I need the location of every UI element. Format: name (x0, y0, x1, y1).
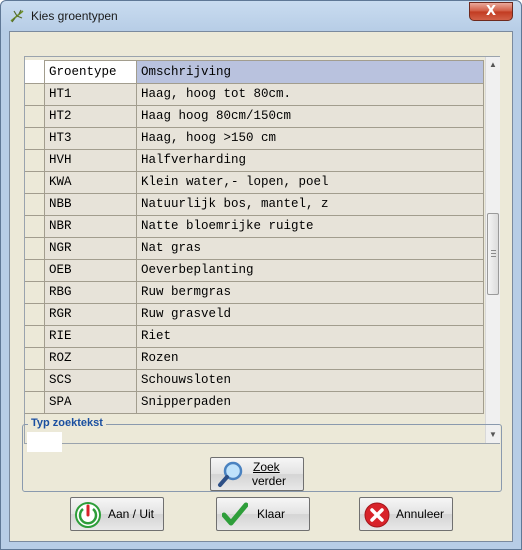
cell-omschrijving[interactable]: Ruw bermgras (137, 282, 484, 304)
app-icon (10, 9, 24, 23)
cell-omschrijving[interactable]: Haag hoog 80cm/150cm (137, 106, 484, 128)
cell-omschrijving[interactable]: Klein water,- lopen, poel (137, 172, 484, 194)
cell-omschrijving[interactable]: Haag, hoog tot 80cm. (137, 84, 484, 106)
close-icon: X (485, 4, 497, 19)
cell-groentype[interactable]: KWA (45, 172, 137, 194)
cell-groentype[interactable]: NBR (45, 216, 137, 238)
window-title: Kies groentypen (31, 9, 118, 23)
table-row[interactable]: NGR Nat gras (25, 238, 484, 260)
cell-groentype[interactable]: HT1 (45, 84, 137, 106)
cell-omschrijving[interactable]: Snipperpaden (137, 392, 484, 414)
row-indicator[interactable] (25, 238, 45, 260)
table-row[interactable]: SPA Snipperpaden (25, 392, 484, 414)
cancel-x-icon (364, 502, 390, 528)
cell-groentype[interactable]: HT2 (45, 106, 137, 128)
cell-omschrijving[interactable]: Rozen (137, 348, 484, 370)
table-row[interactable]: HT3 Haag, hoog >150 cm (25, 128, 484, 150)
close-button[interactable]: X (469, 2, 513, 21)
cell-omschrijving[interactable]: Oeverbeplanting (137, 260, 484, 282)
cell-omschrijving[interactable]: Schouwsloten (137, 370, 484, 392)
zoek-label: Zoek (253, 460, 280, 474)
table-row[interactable]: HVH Halfverharding (25, 150, 484, 172)
verder-label: verder (252, 474, 287, 488)
cell-groentype[interactable]: SPA (45, 392, 137, 414)
vertical-scrollbar[interactable]: ▲ ▼ (485, 57, 500, 443)
checkmark-icon (222, 502, 248, 526)
row-indicator[interactable] (25, 260, 45, 282)
table-row[interactable]: RIE Riet (25, 326, 484, 348)
aan-uit-button[interactable]: Aan / Uit (70, 497, 164, 531)
scrollbar-thumb[interactable] (487, 213, 499, 295)
dialog-window: Kies groentypen X Groentype Omschrijving… (0, 0, 522, 550)
title-bar[interactable]: Kies groentypen X (1, 1, 521, 31)
row-indicator-header (25, 60, 45, 84)
row-indicator[interactable] (25, 326, 45, 348)
row-indicator[interactable] (25, 392, 45, 414)
annuleer-label: Annuleer (396, 507, 445, 521)
row-indicator[interactable] (25, 348, 45, 370)
table-row[interactable]: OEB Oeverbeplanting (25, 260, 484, 282)
aan-uit-label: Aan / Uit (108, 507, 155, 521)
cell-omschrijving[interactable]: Nat gras (137, 238, 484, 260)
row-indicator[interactable] (25, 216, 45, 238)
table-row[interactable]: RGR Ruw grasveld (25, 304, 484, 326)
table-row[interactable]: HT1 Haag, hoog tot 80cm. (25, 84, 484, 106)
row-indicator[interactable] (25, 106, 45, 128)
table-row[interactable]: KWA Klein water,- lopen, poel (25, 172, 484, 194)
row-indicator[interactable] (25, 194, 45, 216)
search-legend: Typ zoektekst (28, 417, 106, 429)
table-row[interactable]: ROZ Rozen (25, 348, 484, 370)
magnifier-icon (218, 461, 243, 487)
cell-omschrijving[interactable]: Halfverharding (137, 150, 484, 172)
cell-omschrijving[interactable]: Natuurlijk bos, mantel, z (137, 194, 484, 216)
row-indicator[interactable] (25, 172, 45, 194)
cell-groentype[interactable]: ROZ (45, 348, 137, 370)
row-indicator[interactable] (25, 282, 45, 304)
klaar-button[interactable]: Klaar (216, 497, 310, 531)
cell-groentype[interactable]: HVH (45, 150, 137, 172)
zoek-verder-button[interactable]: Zoek verder (210, 457, 304, 491)
row-indicator[interactable] (25, 304, 45, 326)
cell-groentype[interactable]: RBG (45, 282, 137, 304)
annuleer-button[interactable]: Annuleer (359, 497, 453, 531)
klaar-label: Klaar (257, 507, 286, 521)
cell-omschrijving[interactable]: Riet (137, 326, 484, 348)
table-row[interactable]: NBB Natuurlijk bos, mantel, z (25, 194, 484, 216)
cell-groentype[interactable]: SCS (45, 370, 137, 392)
groentype-grid: Groentype Omschrijving HT1 Haag, hoog tot… (24, 56, 500, 444)
column-header-omschrijving[interactable]: Omschrijving (137, 60, 484, 84)
table-row[interactable]: SCS Schouwsloten (25, 370, 484, 392)
cell-groentype[interactable]: OEB (45, 260, 137, 282)
search-input[interactable] (27, 432, 62, 452)
row-indicator[interactable] (25, 84, 45, 106)
cell-groentype[interactable]: NGR (45, 238, 137, 260)
cell-groentype[interactable]: NBB (45, 194, 137, 216)
cell-groentype[interactable]: RGR (45, 304, 137, 326)
scroll-up-icon[interactable]: ▲ (486, 57, 500, 73)
table-row[interactable]: NBR Natte bloemrijke ruigte (25, 216, 484, 238)
cell-omschrijving[interactable]: Haag, hoog >150 cm (137, 128, 484, 150)
cell-omschrijving[interactable]: Ruw grasveld (137, 304, 484, 326)
cell-omschrijving[interactable]: Natte bloemrijke ruigte (137, 216, 484, 238)
row-indicator[interactable] (25, 370, 45, 392)
cell-groentype[interactable]: RIE (45, 326, 137, 348)
column-header-groentype[interactable]: Groentype (45, 60, 137, 84)
power-icon (75, 502, 101, 528)
table-header-row: Groentype Omschrijving (25, 60, 484, 84)
row-indicator[interactable] (25, 128, 45, 150)
table-row[interactable]: RBG Ruw bermgras (25, 282, 484, 304)
row-indicator[interactable] (25, 150, 45, 172)
table-row[interactable]: HT2 Haag hoog 80cm/150cm (25, 106, 484, 128)
cell-groentype[interactable]: HT3 (45, 128, 137, 150)
dialog-client-area: Groentype Omschrijving HT1 Haag, hoog tot… (9, 31, 513, 542)
